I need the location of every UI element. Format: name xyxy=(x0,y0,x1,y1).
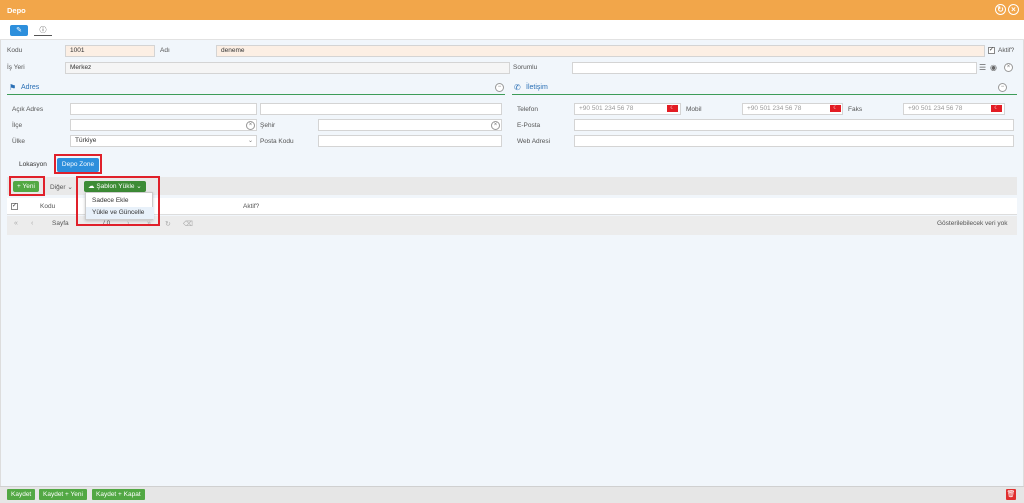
list-icon[interactable]: ☰ xyxy=(979,63,986,72)
chevron-down-icon[interactable]: ⌄ xyxy=(248,137,253,144)
sehir-field[interactable] xyxy=(318,119,502,131)
eposta-field[interactable] xyxy=(574,119,1014,131)
sorumlu-label: Sorumlu xyxy=(513,64,538,71)
faks-field[interactable]: +90 501 234 56 78 xyxy=(903,103,1005,115)
phone-icon: ✆ xyxy=(514,83,521,92)
eye-icon[interactable]: ◉ xyxy=(990,63,997,72)
faks-placeholder: +90 501 234 56 78 xyxy=(908,105,963,112)
mobil-label: Mobil xyxy=(686,106,702,113)
iletisim-title: İletişim xyxy=(526,84,548,91)
prev-page-icon[interactable]: ‹ xyxy=(31,220,33,227)
eraser-icon[interactable]: ⌫ xyxy=(183,220,193,228)
first-page-icon[interactable]: « xyxy=(14,220,18,227)
refresh-icon[interactable]: ↻ xyxy=(165,220,171,228)
aktif-checkbox[interactable]: ✓ xyxy=(988,47,995,54)
ulke-label: Ülke xyxy=(12,138,26,145)
collapse-icon[interactable]: − xyxy=(998,83,1007,92)
column-kodu[interactable]: Kodu xyxy=(40,203,55,210)
kaydet-kapat-button[interactable]: Kaydet + Kapat xyxy=(92,489,145,500)
aktif-label: Aktif? xyxy=(998,47,1015,54)
ilce-label: İlçe xyxy=(12,122,23,129)
select-all-checkbox[interactable]: ✓ xyxy=(11,203,18,210)
pager-sayfa-label: Sayfa xyxy=(52,220,69,227)
collapse-icon[interactable]: − xyxy=(495,83,504,92)
faks-label: Faks xyxy=(848,106,863,113)
edit-icon[interactable]: ✎ xyxy=(10,25,28,36)
iletisim-section-header: ✆ İletişim − xyxy=(512,81,1017,95)
turkey-flag-icon[interactable]: ☾ xyxy=(830,105,841,112)
kaydet-button[interactable]: Kaydet xyxy=(7,489,36,500)
acik-adres-label: Açık Adres xyxy=(12,106,44,113)
highlight-box xyxy=(76,176,160,226)
highlight-box xyxy=(9,176,45,196)
turkey-flag-icon[interactable]: ☾ xyxy=(991,105,1002,112)
telefon-placeholder: +90 501 234 56 78 xyxy=(579,105,634,112)
column-aktif[interactable]: Aktif? xyxy=(243,203,259,210)
web-adresi-label: Web Adresi xyxy=(517,138,551,145)
sorumlu-field[interactable] xyxy=(572,62,977,74)
eposta-label: E-Posta xyxy=(517,122,541,129)
footer-bar: Kaydet Kaydet + Yeni Kaydet + Kapat 🗑 xyxy=(0,486,1024,503)
ilce-clear-icon[interactable]: × xyxy=(246,121,255,130)
sehir-clear-icon[interactable]: × xyxy=(491,121,500,130)
kaydet-yeni-button[interactable]: Kaydet + Yeni xyxy=(39,489,87,500)
ilce-field[interactable] xyxy=(70,119,257,131)
mobil-field[interactable]: +90 501 234 56 78 xyxy=(742,103,843,115)
turkey-flag-icon[interactable]: ☾ xyxy=(667,105,678,112)
tab-lokasyon[interactable]: Lokasyon xyxy=(15,158,51,172)
sehir-label: Şehir xyxy=(260,122,276,129)
ulke-select[interactable]: Türkiye xyxy=(70,135,257,147)
acik-adres-field-1[interactable] xyxy=(70,103,257,115)
window-titlebar: Depo ↻ × xyxy=(0,0,1024,20)
mobil-placeholder: +90 501 234 56 78 xyxy=(747,105,802,112)
posta-kodu-field[interactable] xyxy=(318,135,502,147)
adres-section-header: ⚑ Adres − xyxy=(7,81,505,95)
adi-field[interactable]: deneme xyxy=(216,45,985,57)
refresh-icon[interactable]: ↻ xyxy=(995,4,1006,15)
detail-tabs: Lokasyon Depo Zone xyxy=(0,155,1024,175)
isyeri-field[interactable]: Merkez xyxy=(65,62,510,74)
window-title: Depo xyxy=(7,6,26,15)
isyeri-label: İş Yeri xyxy=(7,64,25,71)
pager-empty-text: Gösterilebilecek veri yok xyxy=(937,220,1008,227)
clear-icon[interactable]: × xyxy=(1004,63,1013,72)
diger-label: Diğer xyxy=(50,184,66,191)
header-strip xyxy=(0,20,1024,40)
info-icon[interactable]: ⓘ xyxy=(34,25,52,36)
telefon-field[interactable]: +90 501 234 56 78 xyxy=(574,103,681,115)
acik-adres-field-2[interactable] xyxy=(260,103,502,115)
close-icon[interactable]: × xyxy=(1008,4,1019,15)
highlight-box xyxy=(54,154,102,174)
web-adresi-field[interactable] xyxy=(574,135,1014,147)
adres-title: Adres xyxy=(21,84,40,91)
trash-icon[interactable]: 🗑 xyxy=(1006,489,1016,500)
adi-label: Adı xyxy=(160,47,170,54)
posta-kodu-label: Posta Kodu xyxy=(260,138,294,145)
diger-menu[interactable]: Diğer ⌄ xyxy=(50,183,73,191)
telefon-label: Telefon xyxy=(517,106,538,113)
kodu-field[interactable]: 1001 xyxy=(65,45,155,57)
signpost-icon: ⚑ xyxy=(9,83,17,92)
kodu-label: Kodu xyxy=(7,47,23,54)
